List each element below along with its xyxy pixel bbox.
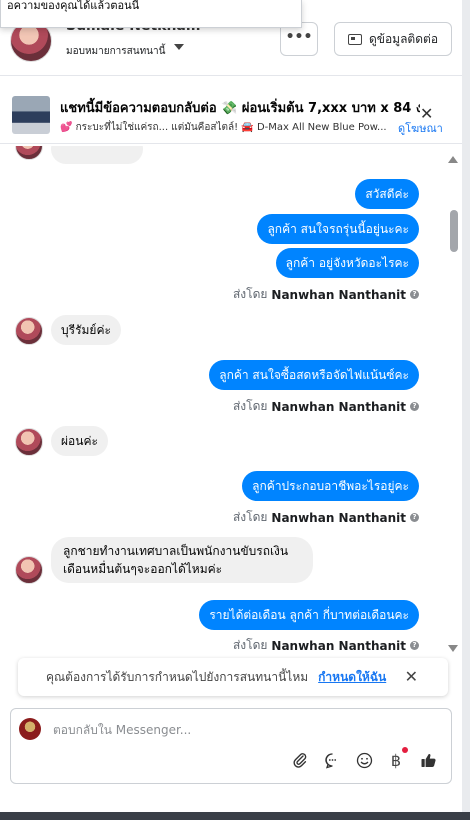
assignment-prompt: คุณต้องการได้รับการกำหนดไปยังการสนทนานี้… [18, 658, 448, 696]
ad-subtitle: 💕 กระบะที่ไม่ใช่แค่รถ... แต่มันคือสไตล์!… [60, 122, 387, 133]
sender-name: Nanwhan Nanthanit [271, 638, 406, 653]
outgoing-message: ลูกค้าประกอบอาชีพอะไรอยู่คะ [242, 471, 419, 501]
close-icon[interactable]: ✕ [420, 104, 433, 123]
incoming-message: ผ่อนค่ะ [51, 426, 108, 456]
ad-title: แชทนี้มีข้อความตอบกลับต่อ 💸 ผ่อนเริ่มต้น… [60, 101, 420, 116]
info-icon[interactable]: ? [410, 513, 419, 522]
message-composer: ฿ [10, 708, 452, 784]
sent-by-label: ส่งโดย Nanwhan Nanthanit ? [233, 508, 419, 527]
window-edge-right [462, 0, 470, 820]
chevron-down-icon[interactable] [174, 44, 184, 50]
sent-by-prefix: ส่งโดย [232, 399, 268, 413]
contact-avatar-small [15, 317, 43, 345]
contact-avatar-small [15, 556, 43, 584]
assign-to-me-link[interactable]: กำหนดให้ฉัน [318, 668, 386, 687]
sender-name: Nanwhan Nanthanit [271, 510, 406, 525]
outgoing-message: ลูกค้า สนใจซื้อสดหรือจัดไฟแน้นซ์คะ [209, 360, 419, 390]
info-icon[interactable]: ? [410, 402, 419, 411]
view-contact-button[interactable]: ดูข้อมูลติดต่อ [334, 22, 452, 56]
outgoing-message: รายได้ต่อเดือน ลูกค้า กี่บาทต่อเดือนคะ [199, 600, 419, 630]
baht-icon[interactable]: ฿ [387, 747, 408, 770]
assignment-prompt-text: คุณต้องการได้รับการกำหนดไปยังการสนทนานี้… [46, 669, 309, 684]
contact-card-icon [347, 33, 362, 45]
page-avatar [19, 718, 41, 740]
sent-by-prefix: ส่งโดย [232, 510, 268, 524]
view-contact-label: ดูข้อมูลติดต่อ [368, 31, 439, 46]
chat-bubble-icon[interactable] [323, 751, 341, 769]
smiley-icon[interactable] [355, 751, 373, 769]
outgoing-message: ลูกค้า อยู่จังหวัดอะไรคะ [275, 248, 419, 278]
contact-avatar-small [15, 428, 43, 456]
scroll-down-arrow-icon[interactable] [448, 645, 458, 652]
sent-by-label: ส่งโดย Nanwhan Nanthanit ? [233, 397, 419, 416]
scrollbar-thumb[interactable] [450, 210, 458, 252]
inbox-conversation-panel: Sumale Netkham มอบหมายการสนทนานี้ ••• ดู… [0, 0, 462, 812]
info-icon[interactable]: ? [410, 290, 419, 299]
thumbs-up-icon[interactable] [419, 751, 437, 769]
sent-by-prefix: ส่งโดย [232, 287, 268, 301]
notification-dot [402, 747, 408, 753]
sent-by-label: ส่งโดย Nanwhan Nanthanit ? [233, 285, 419, 304]
tooltip: อความของคุณได้แล้วตอนนี้ [0, 0, 302, 28]
outgoing-message: ลูกค้า สนใจรถรุ่นนี้อยู่นะคะ [257, 214, 419, 244]
incoming-message-partial [51, 146, 143, 164]
sender-name: Nanwhan Nanthanit [271, 287, 406, 302]
message-thread: สวัสดีค่ะ ลูกค้า สนใจรถรุ่นนี้อยู่นะคะ ล… [0, 146, 450, 656]
conversation-header: Sumale Netkham มอบหมายการสนทนานี้ ••• ดู… [0, 0, 462, 76]
window-edge-bottom [0, 812, 470, 820]
sent-by-label: ส่งโดย Nanwhan Nanthanit ? [233, 636, 419, 655]
composer-toolbar: ฿ [291, 747, 437, 770]
info-icon[interactable]: ? [410, 641, 419, 650]
close-icon[interactable]: ✕ [405, 667, 418, 686]
paperclip-icon[interactable] [291, 751, 309, 769]
ad-context-banner: แชทนี้มีข้อความตอบกลับต่อ 💸 ผ่อนเริ่มต้น… [0, 80, 462, 144]
sent-by-prefix: ส่งโดย [232, 638, 268, 652]
outgoing-message: สวัสดีค่ะ [355, 179, 419, 209]
reply-input[interactable] [53, 719, 433, 741]
incoming-message: บุรีรัมย์ค่ะ [51, 315, 121, 345]
scroll-up-arrow-icon[interactable] [448, 156, 458, 163]
assign-conversation-label[interactable]: มอบหมายการสนทนานี้ [66, 44, 165, 59]
contact-avatar-small [15, 146, 43, 160]
sender-name: Nanwhan Nanthanit [271, 399, 406, 414]
incoming-message: ลูกชายทำงานเทศบาลเป็นพนักงานขับรถเงินเดื… [51, 537, 313, 583]
ad-thumbnail[interactable] [12, 96, 50, 134]
